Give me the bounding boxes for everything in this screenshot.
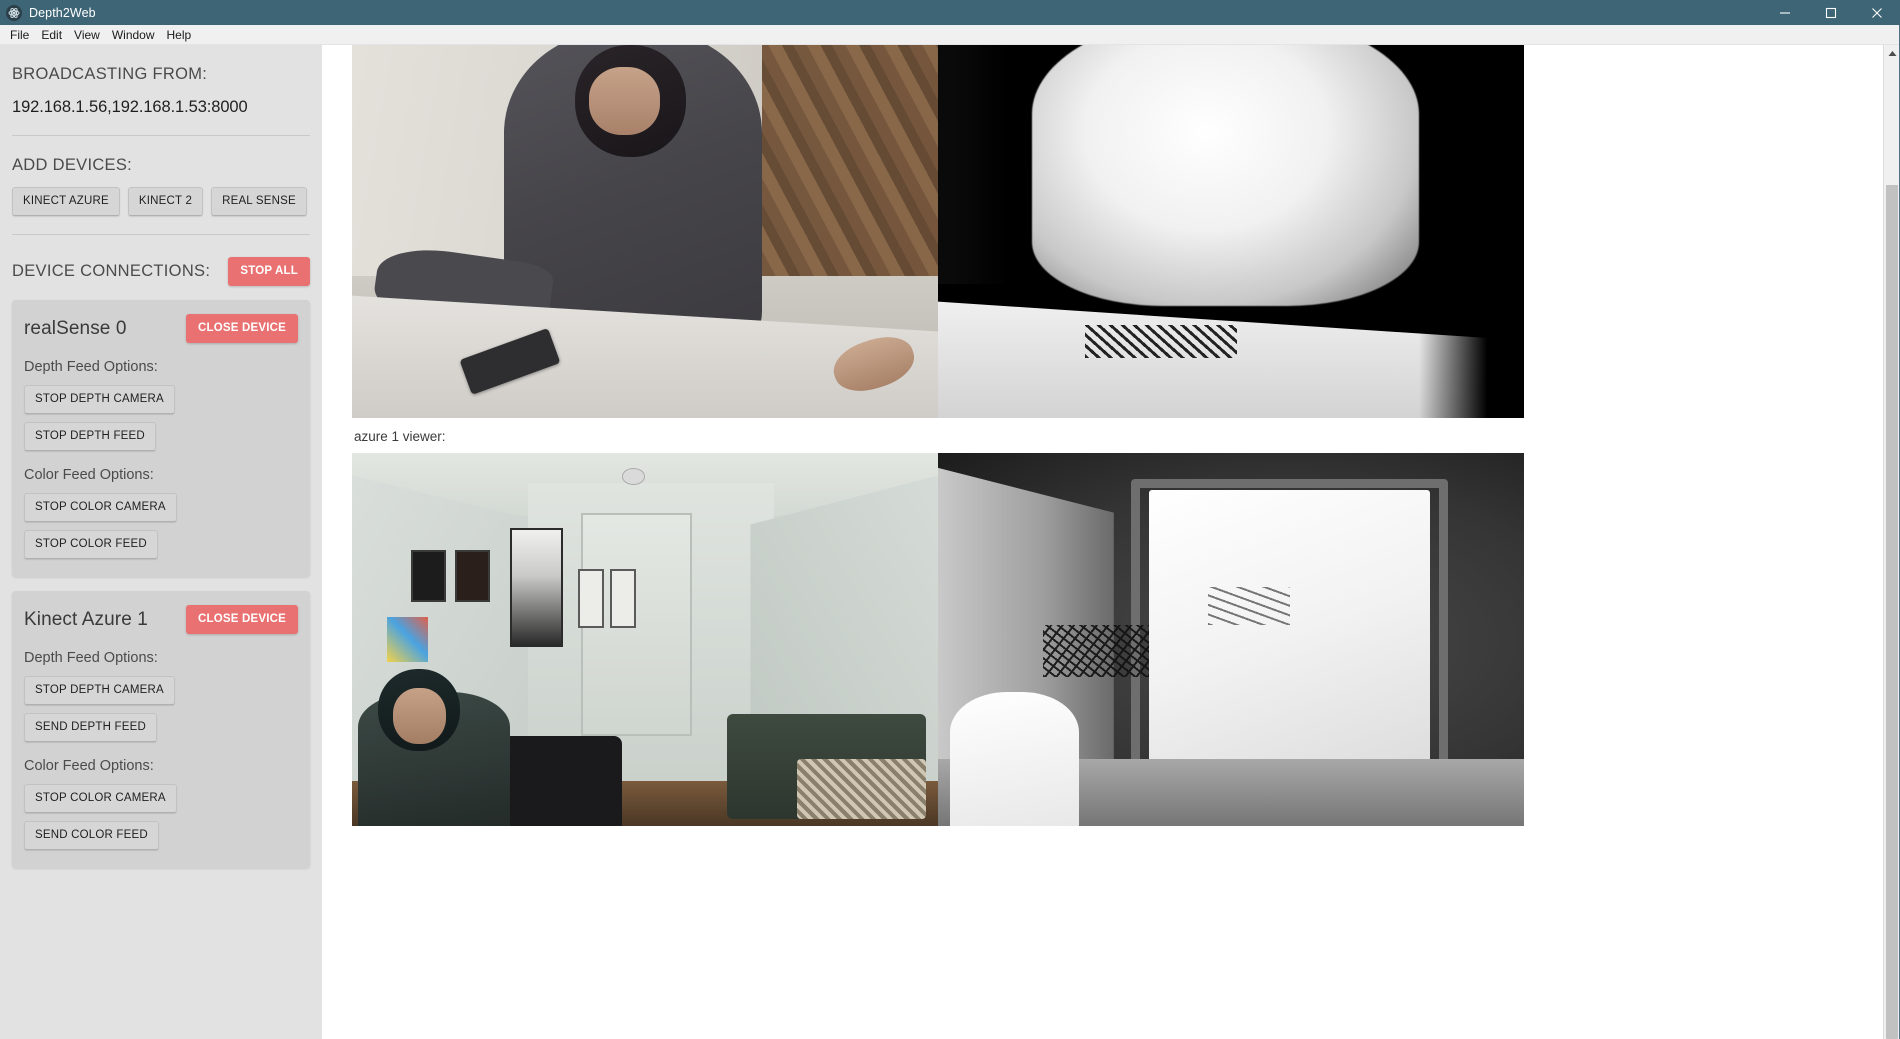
menu-item-edit[interactable]: Edit — [35, 26, 68, 44]
feed-pair — [352, 45, 1524, 418]
title-bar: Depth2Web — [0, 0, 1900, 25]
scene-bedspread — [797, 758, 927, 819]
feed-pair — [352, 453, 1524, 826]
maximize-icon[interactable] — [1808, 0, 1854, 25]
viewer-area: azure 1 viewer: — [322, 45, 1900, 1039]
app-logo-icon — [6, 4, 22, 21]
scene-face — [589, 67, 660, 135]
window-title: Depth2Web — [29, 5, 96, 20]
vertical-scrollbar[interactable] — [1883, 45, 1900, 1039]
scroll-up-arrow-icon[interactable] — [1884, 45, 1900, 62]
stop-color-camera-button[interactable]: STOP COLOR CAMERA — [24, 784, 177, 813]
menu-item-window[interactable]: Window — [106, 26, 161, 44]
depth-feed-buttons: STOP DEPTH CAMERA STOP DEPTH FEED — [24, 385, 298, 451]
depth-person-blob — [949, 691, 1079, 826]
depth-noise — [1084, 324, 1237, 359]
stop-color-feed-button[interactable]: STOP COLOR FEED — [24, 530, 158, 559]
send-depth-feed-button[interactable]: SEND DEPTH FEED — [24, 713, 157, 742]
device-card-kinect-azure-1: Kinect Azure 1 CLOSE DEVICE Depth Feed O… — [12, 591, 310, 868]
scene-picture-frame — [577, 568, 604, 629]
scrollbar-thumb[interactable] — [1886, 185, 1898, 1039]
add-kinect-2-button[interactable]: KINECT 2 — [127, 187, 204, 216]
depth-feed-options-label: Depth Feed Options: — [24, 650, 158, 666]
divider — [12, 234, 310, 235]
stop-depth-feed-button[interactable]: STOP DEPTH FEED — [24, 422, 156, 451]
scene-face — [393, 688, 446, 744]
color-feed-options-label: Color Feed Options: — [24, 467, 154, 483]
depth-left-shadow — [938, 45, 1009, 284]
device-card-realsense-0: realSense 0 CLOSE DEVICE Depth Feed Opti… — [12, 300, 310, 577]
device-connections-header: DEVICE CONNECTIONS: STOP ALL — [12, 257, 310, 286]
menu-item-help[interactable]: Help — [161, 26, 198, 44]
viewer-caption: azure 1 viewer: — [354, 429, 446, 444]
device-name: realSense 0 — [24, 317, 127, 339]
stop-all-button[interactable]: STOP ALL — [228, 257, 310, 286]
menu-item-file[interactable]: File — [4, 26, 35, 44]
scene-picture-frame — [609, 568, 637, 629]
broadcasting-from-label: BROADCASTING FROM: — [12, 65, 208, 83]
viewer-azure-1: azure 1 viewer: — [352, 418, 1524, 826]
depth-person-blob — [1031, 45, 1419, 307]
depth-panel — [1148, 490, 1431, 774]
depth-feed-buttons: STOP DEPTH CAMERA SEND DEPTH FEED — [24, 676, 298, 742]
depth-right-shadow — [1418, 45, 1524, 418]
stop-depth-camera-button[interactable]: STOP DEPTH CAMERA — [24, 385, 175, 414]
depth-feed-options-label: Depth Feed Options: — [24, 359, 158, 375]
azure-depth-feed[interactable] — [938, 453, 1524, 826]
send-color-feed-button[interactable]: SEND COLOR FEED — [24, 821, 159, 850]
device-connections-label: DEVICE CONNECTIONS: — [12, 262, 211, 280]
scene-picture-frame — [510, 527, 563, 647]
sidebar: BROADCASTING FROM: 192.168.1.56,192.168.… — [0, 45, 322, 1039]
add-devices-label: ADD DEVICES: — [12, 156, 133, 174]
add-real-sense-button[interactable]: REAL SENSE — [211, 187, 307, 216]
stop-color-camera-button[interactable]: STOP COLOR CAMERA — [24, 493, 177, 522]
close-device-button[interactable]: CLOSE DEVICE — [185, 314, 298, 343]
scene-smoke-detector — [621, 467, 645, 485]
viewer-realsense-0 — [352, 45, 1524, 418]
menu-bar: File Edit View Window Help — [0, 25, 1900, 45]
device-name: Kinect Azure 1 — [24, 608, 148, 630]
window-controls — [1762, 0, 1900, 25]
device-card-header: realSense 0 CLOSE DEVICE — [24, 314, 298, 343]
scene-floor — [762, 45, 938, 277]
menu-item-view[interactable]: View — [68, 26, 106, 44]
depth-noise — [1207, 587, 1290, 625]
color-feed-buttons: STOP COLOR CAMERA STOP COLOR FEED — [24, 493, 298, 559]
realsense-color-feed[interactable] — [352, 45, 938, 418]
minimize-icon[interactable] — [1762, 0, 1808, 25]
application-window: Depth2Web File Edit View Window Help BRO… — [0, 0, 1900, 1039]
color-feed-buttons: STOP COLOR CAMERA SEND COLOR FEED — [24, 784, 298, 850]
add-kinect-azure-button[interactable]: KINECT AZURE — [12, 187, 120, 216]
depth-noise — [1043, 624, 1149, 677]
broadcasting-address-value: 192.168.1.56,192.168.1.53:8000 — [12, 98, 248, 116]
scene-picture-frame — [454, 549, 490, 603]
azure-color-feed[interactable] — [352, 453, 938, 826]
stop-depth-camera-button[interactable]: STOP DEPTH CAMERA — [24, 676, 175, 705]
device-card-header: Kinect Azure 1 CLOSE DEVICE — [24, 605, 298, 634]
scene-picture-frame — [410, 549, 446, 603]
close-device-button[interactable]: CLOSE DEVICE — [185, 605, 298, 634]
add-devices-buttons: KINECT AZURE KINECT 2 REAL SENSE — [12, 187, 310, 216]
close-icon[interactable] — [1854, 0, 1900, 25]
color-feed-options-label: Color Feed Options: — [24, 758, 154, 774]
realsense-depth-feed[interactable] — [938, 45, 1524, 418]
divider — [12, 135, 310, 136]
scene-poster — [387, 617, 429, 662]
